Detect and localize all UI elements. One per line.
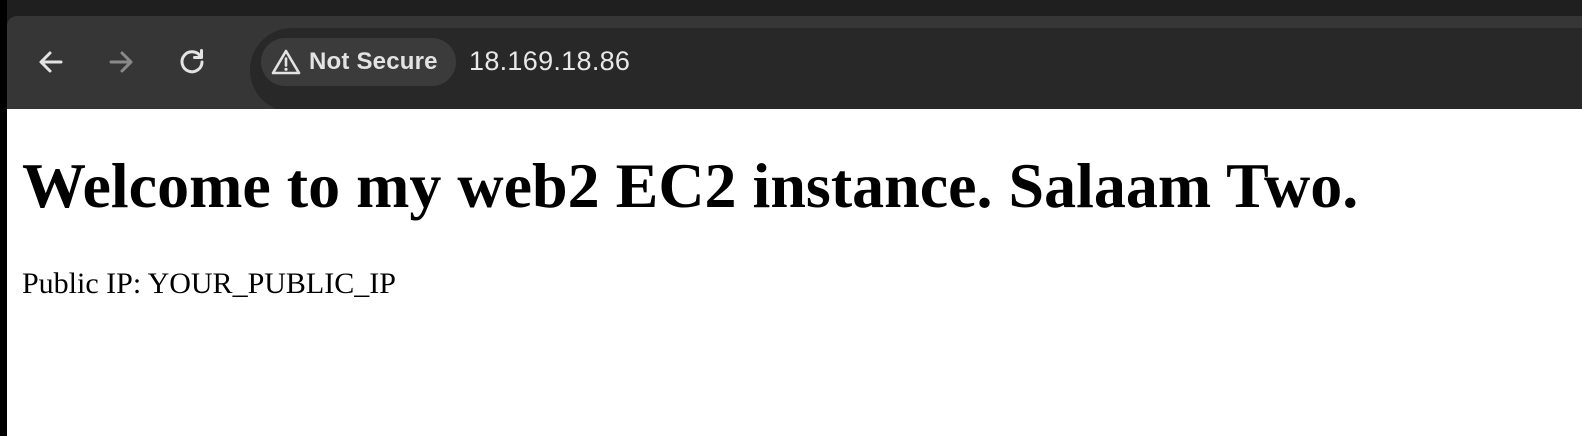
url-text[interactable]: 18.169.18.86 <box>469 46 630 77</box>
browser-toolbar: Not Secure 18.169.18.86 <box>7 16 1582 112</box>
address-bar[interactable]: Not Secure 18.169.18.86 <box>250 28 1582 112</box>
security-label: Not Secure <box>309 48 438 75</box>
page-content: Welcome to my web2 EC2 instance. Salaam … <box>7 109 1582 436</box>
arrow-right-icon <box>109 51 133 73</box>
page-heading: Welcome to my web2 EC2 instance. Salaam … <box>22 150 1359 221</box>
window-left-edge <box>0 0 7 436</box>
security-indicator[interactable]: Not Secure <box>261 38 456 86</box>
back-button[interactable] <box>33 44 69 80</box>
public-ip-text: Public IP: YOUR_PUBLIC_IP <box>22 267 396 300</box>
reload-icon <box>180 49 204 74</box>
forward-button[interactable] <box>103 44 139 80</box>
browser-window: Not Secure 18.169.18.86 Welcome to my we… <box>0 0 1582 436</box>
warning-triangle-icon <box>271 49 301 75</box>
arrow-left-icon <box>39 51 63 73</box>
reload-button[interactable] <box>174 44 210 80</box>
